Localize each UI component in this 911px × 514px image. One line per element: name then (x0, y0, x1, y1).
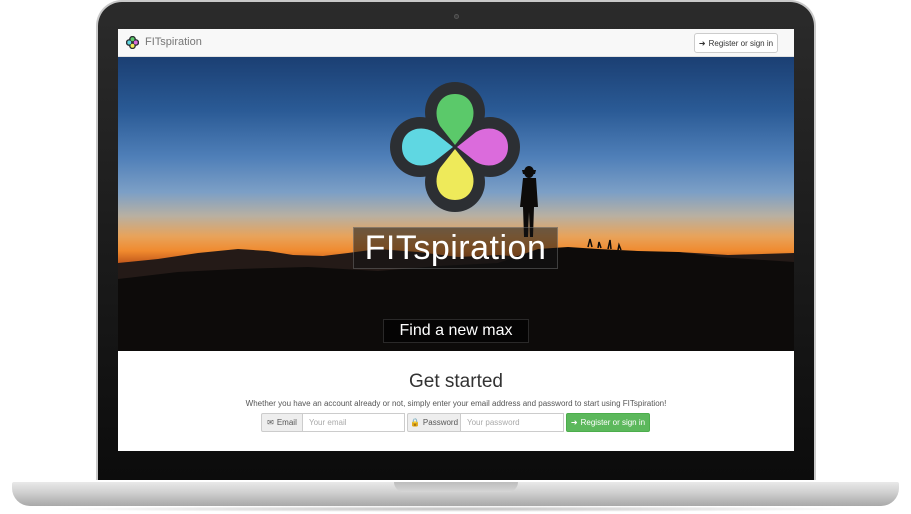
brand-logo-icon[interactable] (126, 36, 139, 49)
hero-title: FITspiration (364, 228, 547, 267)
password-label: Password (422, 418, 459, 427)
sign-in-icon: ➜ (698, 38, 706, 48)
get-started-heading: Get started (409, 371, 503, 392)
laptop-notch (394, 482, 518, 492)
register-button[interactable]: ➜ Register or sign in (694, 33, 778, 53)
get-started-section: Get started Whether you have an account … (118, 351, 794, 451)
hero-subtitle-box: Find a new max (383, 319, 529, 343)
navbar: FITspiration ➜ Register or sign in (118, 29, 794, 57)
email-addon: ✉ Email (261, 413, 303, 432)
lock-icon: 🔒 (409, 418, 420, 427)
submit-button-label: Register or sign in (580, 418, 646, 427)
password-addon: 🔒 Password (407, 413, 461, 432)
webcam (454, 14, 459, 19)
register-button-label: Register or sign in (708, 38, 774, 48)
sign-in-icon: ➜ (570, 418, 578, 427)
submit-button[interactable]: ➜ Register or sign in (566, 413, 650, 432)
fitspiration-logo-icon (390, 82, 520, 212)
hero-banner: FITspiration Find a new max (118, 57, 794, 351)
hero-title-box: FITspiration (353, 227, 558, 269)
password-input[interactable] (460, 413, 564, 432)
envelope-icon: ✉ (267, 418, 274, 427)
nav-brand[interactable]: FITspiration (145, 36, 202, 48)
get-started-lead: Whether you have an account already or n… (245, 399, 667, 408)
browser-screen: FITspiration ➜ Register or sign in FITsp… (118, 29, 794, 451)
laptop-shadow (40, 506, 871, 512)
hero-subtitle: Find a new max (399, 322, 513, 339)
email-label: Email (276, 418, 297, 427)
email-input[interactable] (302, 413, 405, 432)
